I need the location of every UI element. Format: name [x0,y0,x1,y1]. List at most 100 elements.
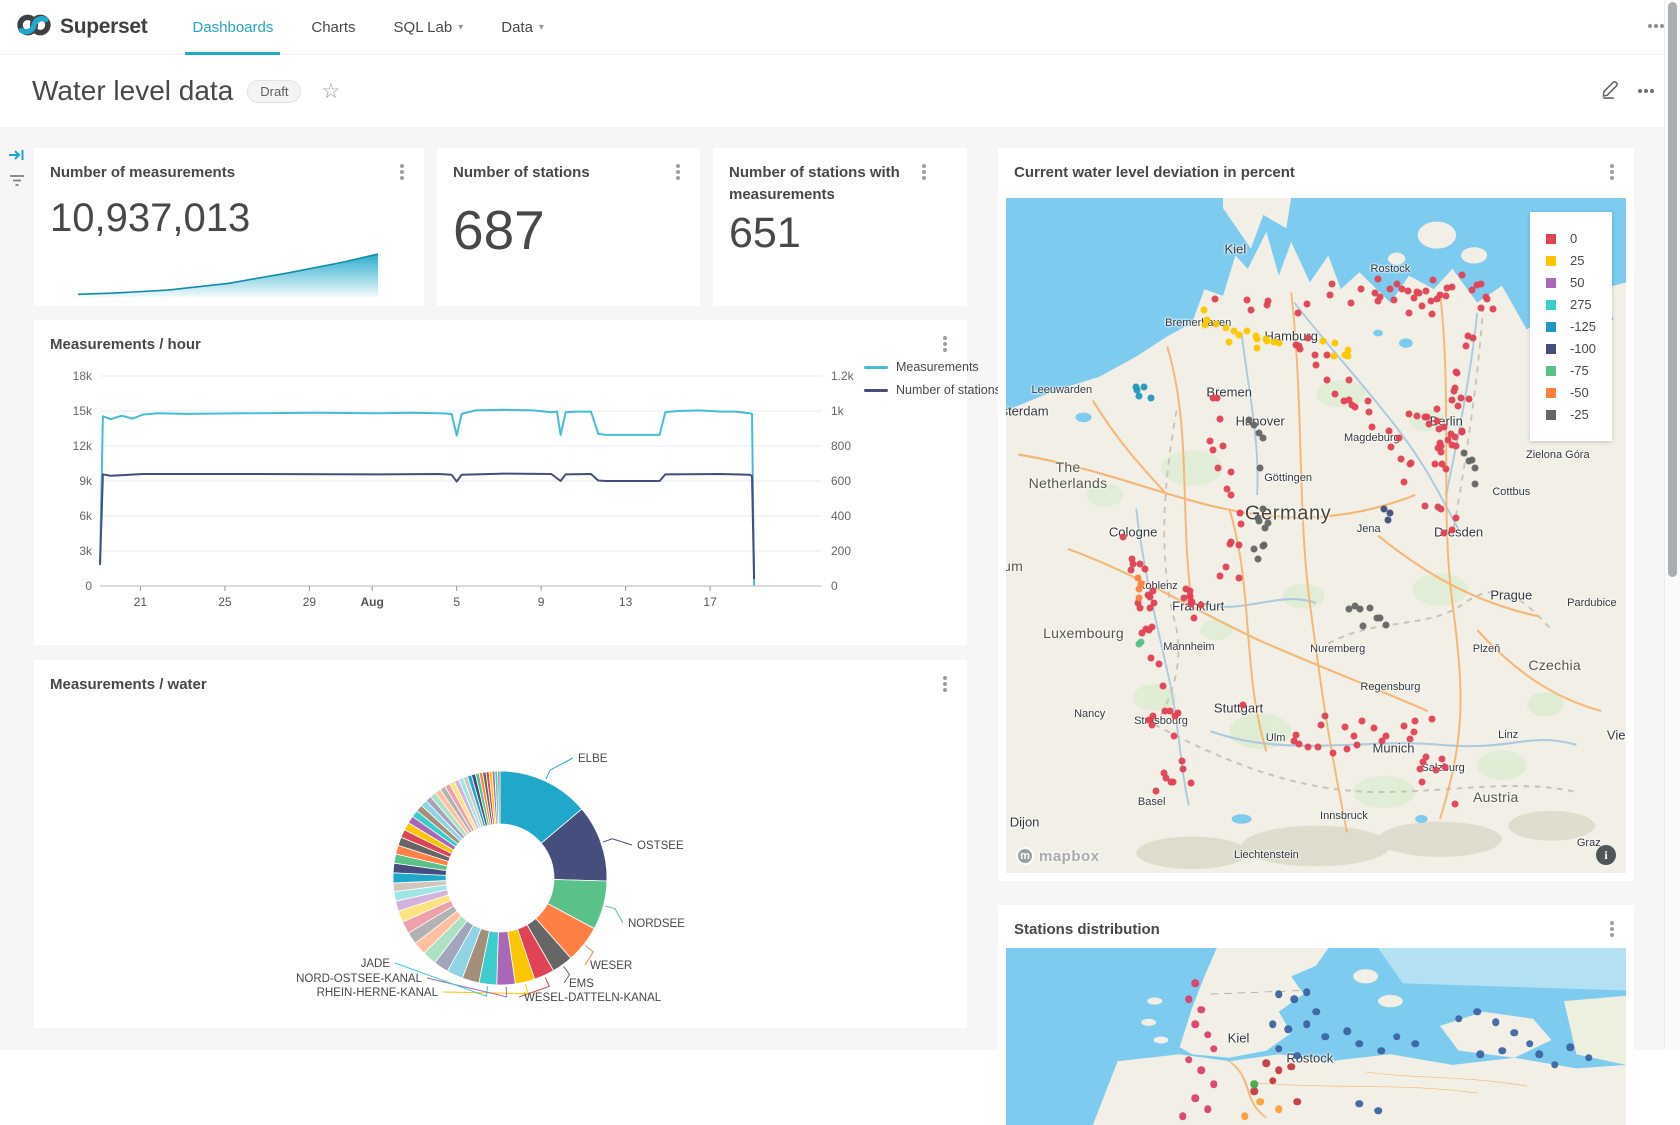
page-scrollbar[interactable] [1664,0,1680,1050]
legend-item[interactable]: Number of stations [864,383,1001,397]
station-dot [1432,461,1439,468]
station-dot [1411,1040,1419,1048]
legend-label: -100 [1570,341,1596,356]
series-measurements [100,410,754,586]
station-dot [1141,566,1148,573]
station-dot [1459,428,1466,435]
station-dot [1222,564,1229,571]
station-dot [1328,280,1335,287]
station-dot [1396,435,1403,442]
donut-label: NORDSEE [628,918,685,930]
legend-label: 0 [1570,231,1577,246]
legend-swatch [1546,366,1556,376]
station-dot [1180,766,1187,773]
station-dot [1323,377,1330,384]
station-dot [1463,342,1470,349]
station-dot [1210,446,1217,453]
nav-item-dashboards[interactable]: Dashboards [173,0,292,54]
map-legend-item: 25 [1546,253,1596,268]
station-dot [1275,1105,1283,1113]
chart-menu-icon[interactable] [676,170,680,174]
station-dot [1191,1020,1199,1028]
chart-menu-icon[interactable] [943,342,947,346]
germany-map[interactable]: 02550275-125-100-75-50-25 m mapbox i Kie… [1006,198,1626,873]
legend-swatch [1546,256,1556,266]
nav-item-charts[interactable]: Charts [292,0,374,54]
station-dot [1453,514,1460,521]
kpi-card-stations: Number of stations 687 [437,148,700,306]
header-more-menu-icon[interactable] [1644,89,1648,93]
station-dot [1407,735,1414,742]
station-dot [1254,556,1261,563]
chevron-down-icon: ▾ [458,22,463,33]
donut-label: RHEIN-HERNE-KANAL [317,987,439,999]
nav-overflow-menu-icon[interactable] [1654,24,1658,28]
donut-label: ELBE [578,753,608,765]
station-dot [1130,560,1137,567]
filter-icon[interactable] [8,173,26,192]
chart-menu-icon[interactable] [922,170,926,174]
series-number-of-stations [100,474,754,579]
station-dot [1413,289,1420,296]
station-dot [1137,638,1144,645]
station-dot [1393,1033,1401,1041]
station-dot [1228,539,1235,546]
chart-title: Number of stations with measurements [729,162,914,206]
station-dot [1357,285,1364,292]
station-dot [1421,502,1428,509]
svg-text:1k: 1k [831,404,845,418]
station-dot [1135,594,1142,601]
map-legend-item: -75 [1546,363,1596,378]
chart-menu-icon[interactable] [400,170,404,174]
station-dot [1269,1020,1277,1028]
favorite-star-icon[interactable]: ☆ [321,79,340,104]
station-dot [1441,763,1448,770]
station-dot [1228,492,1235,499]
legend-swatch [1546,300,1556,310]
station-dot [1128,566,1135,573]
svg-text:12k: 12k [73,439,93,453]
chart-menu-icon[interactable] [1610,170,1614,174]
station-dot [1455,402,1462,409]
stations-map[interactable]: KielRostock [1006,948,1626,1125]
svg-text:200: 200 [831,544,851,558]
station-dot [1224,486,1231,493]
station-dot [1204,1105,1212,1113]
chart-menu-icon[interactable] [943,682,947,686]
station-dot [1160,683,1167,690]
station-dot [1443,292,1450,299]
station-dot [1384,517,1391,524]
svg-text:600: 600 [831,474,851,488]
legend-item[interactable]: Measurements [864,360,1001,374]
legend-swatch [1546,410,1556,420]
mapbox-attribution[interactable]: m mapbox [1016,847,1100,865]
station-dot [1492,1019,1500,1027]
station-dot [1153,787,1160,794]
station-dot [1134,387,1141,394]
edit-pencil-icon[interactable] [1599,77,1622,105]
station-dot [1235,542,1242,549]
station-dot [1287,1063,1295,1071]
station-dot [1452,801,1459,808]
station-dot [1253,344,1260,351]
scrollbar-thumb[interactable] [1668,2,1677,577]
legend-swatch [864,366,888,369]
expand-filter-bar-icon[interactable] [8,147,26,168]
map-info-icon[interactable]: i [1596,845,1616,865]
nav-item-data[interactable]: Data ▾ [482,0,563,54]
station-dot [1406,411,1413,418]
station-dot [1387,444,1394,451]
station-dot [1450,388,1457,395]
station-dot [1345,376,1352,383]
station-dot [1455,1015,1463,1023]
station-dot [1312,1008,1320,1016]
svg-text:9k: 9k [79,474,93,488]
station-dot [1263,302,1270,309]
station-dot [1352,603,1359,610]
nav-item-sql-lab[interactable]: SQL Lab ▾ [375,0,483,54]
station-dot [1188,601,1195,608]
station-dot [1466,396,1473,403]
chart-menu-icon[interactable] [1610,927,1614,931]
superset-brand[interactable]: Superset [0,0,173,54]
station-dot [1317,722,1324,729]
